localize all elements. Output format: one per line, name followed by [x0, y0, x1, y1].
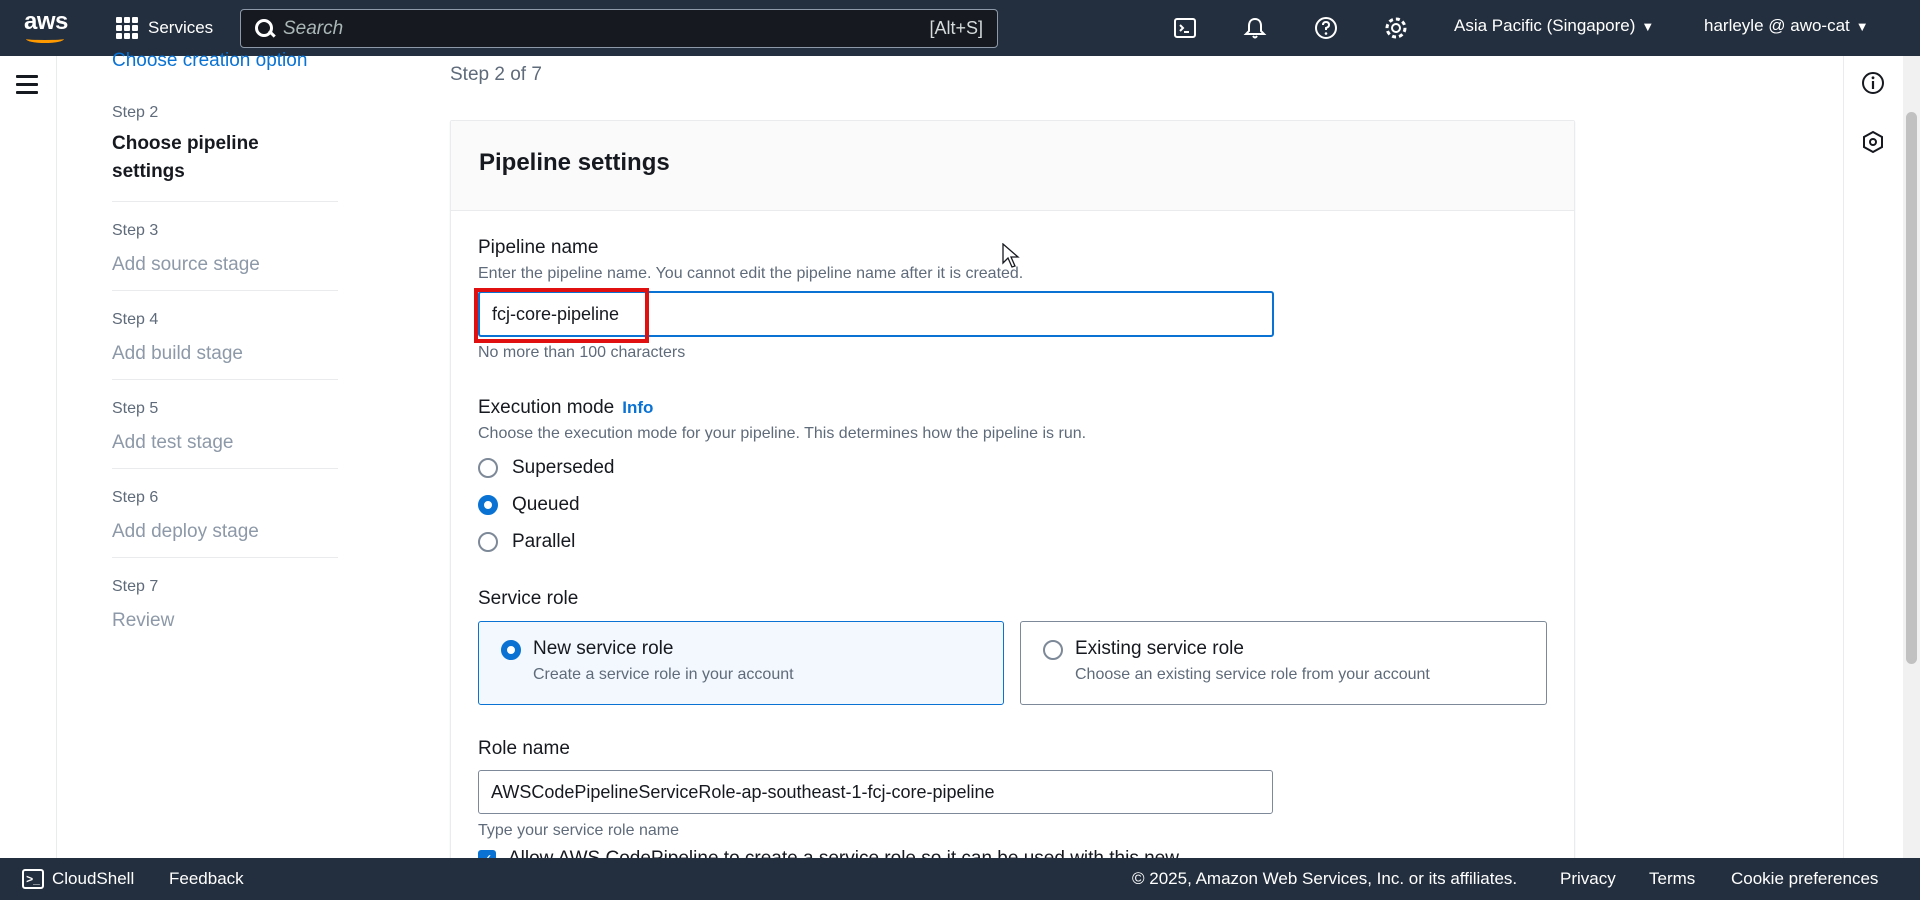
help-icon[interactable] — [1312, 14, 1340, 42]
cloudshell-icon[interactable] — [1171, 14, 1199, 42]
cloudshell-label: CloudShell — [52, 869, 135, 888]
mouse-cursor-icon — [1002, 242, 1020, 274]
radio-superseded[interactable]: Superseded — [478, 457, 614, 479]
role-name-label: Role name — [478, 738, 570, 759]
panel-header: Pipeline settings — [451, 121, 1574, 211]
radio-button[interactable] — [1043, 640, 1063, 660]
radio-button-checked[interactable] — [478, 495, 498, 515]
cloudshell-icon: >_ — [22, 869, 44, 889]
region-selector[interactable]: Asia Pacific (Singapore) ▼ — [1454, 16, 1654, 36]
terms-link[interactable]: Terms — [1649, 869, 1695, 889]
role-name-input[interactable] — [478, 770, 1273, 814]
search-shortcut: [Alt+S] — [929, 18, 983, 38]
step-divider — [112, 290, 338, 291]
grid-icon — [116, 17, 138, 39]
tile-title: New service role — [533, 638, 674, 659]
step-number: Step 2 — [112, 104, 159, 121]
aws-smile-icon — [26, 35, 64, 43]
step-title: Add deploy stage — [112, 521, 259, 542]
aws-logo[interactable]: aws — [24, 10, 72, 46]
region-label: Asia Pacific (Singapore) — [1454, 16, 1636, 35]
step-divider — [112, 379, 338, 380]
info-icon[interactable] — [1861, 71, 1885, 100]
step-number: Step 4 — [112, 311, 159, 328]
service-role-label: Service role — [478, 588, 579, 609]
search-icon — [255, 18, 275, 39]
step-number: Step 7 — [112, 578, 159, 595]
step-title: Add build stage — [112, 343, 243, 364]
role-name-hint: Type your service role name — [478, 822, 679, 839]
page-scrollbar[interactable] — [1903, 56, 1920, 858]
search-input[interactable] — [275, 10, 930, 47]
execution-mode-label-text: Execution mode — [478, 397, 615, 418]
pipeline-name-constraint: No more than 100 characters — [478, 344, 686, 361]
radio-label: Queued — [512, 494, 580, 515]
step-link-creation-option[interactable]: Choose creation option — [112, 50, 307, 72]
menu-icon[interactable] — [16, 75, 38, 94]
footer: >_ CloudShell Feedback © 2025, Amazon We… — [0, 858, 1920, 900]
pipeline-name-label: Pipeline name — [478, 237, 599, 258]
cookie-preferences-link[interactable]: Cookie preferences — [1731, 869, 1878, 889]
step-number: Step 3 — [112, 222, 159, 239]
radio-parallel[interactable]: Parallel — [478, 531, 575, 553]
execution-mode-label: Execution mode Info — [478, 397, 653, 419]
step-counter: Step 2 of 7 — [450, 64, 542, 85]
step-title: Review — [112, 610, 175, 631]
pipeline-name-description: Enter the pipeline name. You cannot edit… — [478, 265, 1024, 282]
step-divider — [112, 468, 338, 469]
radio-queued[interactable]: Queued — [478, 494, 580, 516]
radio-button[interactable] — [478, 458, 498, 478]
top-navigation: aws Services [Alt+S] Asia Pacific (Singa… — [0, 0, 1920, 56]
execution-mode-description: Choose the execution mode for your pipel… — [478, 425, 1087, 442]
scrollbar-thumb[interactable] — [1906, 112, 1917, 664]
radio-button-checked[interactable] — [501, 640, 521, 660]
account-menu[interactable]: harleyle @ awo-cat ▼ — [1704, 16, 1869, 36]
tile-existing-service-role[interactable]: Existing service role Choose an existing… — [1020, 621, 1547, 705]
caret-down-icon: ▼ — [1641, 19, 1655, 34]
search-bar[interactable]: [Alt+S] — [240, 9, 998, 48]
step-number: Step 6 — [112, 489, 159, 506]
step-title: Add source stage — [112, 254, 260, 275]
step-number: Step 5 — [112, 400, 159, 417]
tools-rail — [1843, 56, 1903, 858]
pipeline-settings-panel: Pipeline settings — [450, 120, 1575, 880]
aws-logo-text: aws — [24, 8, 68, 35]
caret-down-icon: ▼ — [1855, 19, 1869, 34]
pipeline-name-input[interactable] — [478, 291, 1274, 337]
privacy-link[interactable]: Privacy — [1560, 869, 1616, 889]
step-divider — [112, 201, 338, 202]
feedback-link[interactable]: Feedback — [169, 869, 244, 889]
hexagon-icon[interactable] — [1861, 130, 1885, 159]
tile-title: Existing service role — [1075, 638, 1244, 659]
settings-icon[interactable] — [1382, 14, 1410, 42]
bell-icon[interactable] — [1241, 14, 1269, 42]
copyright-text: © 2025, Amazon Web Services, Inc. or its… — [1132, 869, 1518, 888]
step-divider — [112, 557, 338, 558]
panel-title: Pipeline settings — [479, 149, 670, 176]
radio-button[interactable] — [478, 532, 498, 552]
step-title-current: Choose pipeline settings — [112, 133, 259, 182]
side-navigation-rail — [0, 56, 57, 858]
services-menu-button[interactable]: Services — [116, 14, 213, 42]
radio-label: Superseded — [512, 457, 615, 478]
account-label: harleyle @ awo-cat — [1704, 16, 1850, 35]
services-label: Services — [148, 18, 214, 37]
step-title: Add test stage — [112, 432, 234, 453]
tile-description: Create a service role in your account — [533, 666, 794, 683]
cloudshell-button[interactable]: >_ CloudShell — [22, 869, 134, 889]
tile-description: Choose an existing service role from you… — [1075, 666, 1430, 683]
info-link[interactable]: Info — [622, 398, 653, 417]
tile-new-service-role[interactable]: New service role Create a service role i… — [478, 621, 1004, 705]
radio-label: Parallel — [512, 531, 576, 552]
